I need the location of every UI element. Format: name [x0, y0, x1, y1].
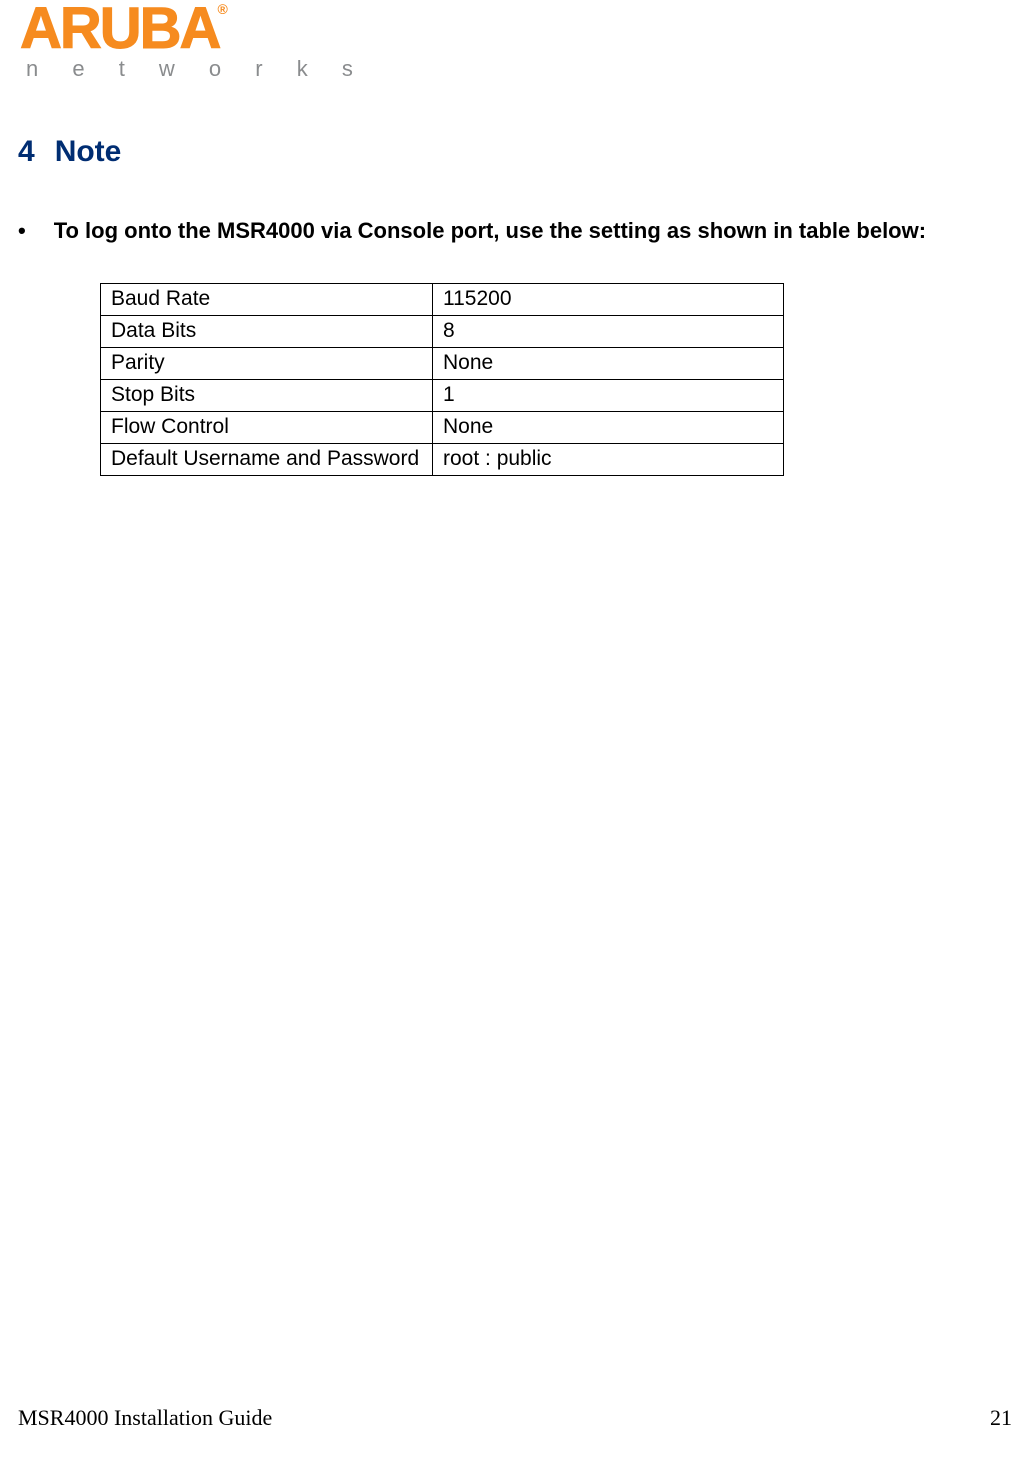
- cell-label: Data Bits: [101, 316, 433, 348]
- bullet-icon: •: [18, 218, 26, 244]
- table-row: Stop Bits 1: [101, 380, 784, 412]
- logo: ARUBA® n e t w o r k s: [20, 0, 367, 82]
- table-row: Baud Rate 115200: [101, 284, 784, 316]
- table-row: Default Username and Password root : pub…: [101, 444, 784, 476]
- table-row: Data Bits 8: [101, 316, 784, 348]
- cell-label: Default Username and Password: [101, 444, 433, 476]
- section-heading: 4 Note: [18, 135, 121, 169]
- bullet-item: • To log onto the MSR4000 via Console po…: [18, 218, 926, 244]
- cell-value: 1: [433, 380, 784, 412]
- footer: MSR4000 Installation Guide 21: [18, 1405, 1012, 1431]
- cell-value: None: [433, 348, 784, 380]
- footer-title: MSR4000 Installation Guide: [18, 1405, 272, 1431]
- heading-number: 4: [18, 135, 35, 169]
- bullet-text: To log onto the MSR4000 via Console port…: [54, 218, 926, 244]
- cell-label: Stop Bits: [101, 380, 433, 412]
- footer-page-number: 21: [990, 1405, 1012, 1431]
- table-row: Flow Control None: [101, 412, 784, 444]
- cell-label: Parity: [101, 348, 433, 380]
- settings-table: Baud Rate 115200 Data Bits 8 Parity None…: [100, 283, 784, 476]
- cell-value: None: [433, 412, 784, 444]
- logo-main-text: ARUBA: [20, 0, 219, 61]
- registered-icon: ®: [217, 1, 227, 17]
- cell-value: 8: [433, 316, 784, 348]
- cell-label: Baud Rate: [101, 284, 433, 316]
- cell-label: Flow Control: [101, 412, 433, 444]
- cell-value: root : public: [433, 444, 784, 476]
- cell-value: 115200: [433, 284, 784, 316]
- table-row: Parity None: [101, 348, 784, 380]
- heading-text: Note: [55, 135, 122, 169]
